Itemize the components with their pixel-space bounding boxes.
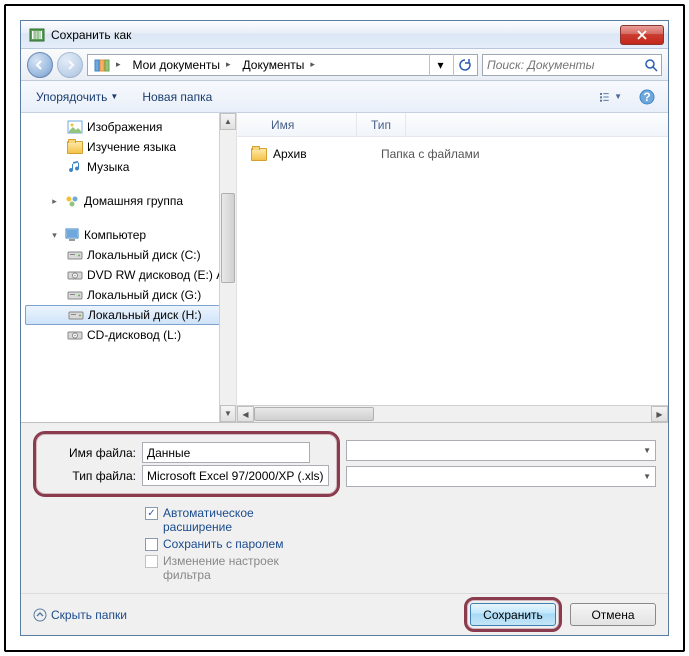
svg-text:?: ? — [643, 90, 650, 104]
toolbar: Упорядочить ▼ Новая папка ▼ ? — [21, 81, 668, 113]
hide-folders-button[interactable]: Скрыть папки — [33, 608, 127, 622]
tree-item[interactable]: Локальный диск (H:) — [25, 305, 232, 325]
titlebar: Сохранить как — [21, 21, 668, 49]
tree-item[interactable]: Музыка — [21, 157, 236, 177]
tree-item[interactable]: ▾Компьютер — [21, 225, 236, 245]
forward-button[interactable] — [57, 52, 83, 78]
filename-label: Имя файла: — [44, 446, 136, 460]
column-type[interactable]: Тип — [357, 113, 406, 136]
filter-checkbox: Изменение настроек фильтра — [145, 554, 656, 582]
breadcrumb-root[interactable]: ▸ — [90, 55, 127, 75]
folder-tree[interactable]: ИзображенияИзучение языкаМузыка ▸Домашняя… — [21, 113, 237, 422]
search-input[interactable] — [487, 58, 644, 72]
form-area: Имя файла: Данные Тип файла: Microsoft E… — [21, 423, 668, 593]
filetype-label: Тип файла: — [44, 469, 136, 483]
filename-input[interactable]: Данные — [142, 442, 310, 463]
dvd-icon — [67, 267, 83, 283]
file-list[interactable]: Архив Папка с файлами — [237, 137, 668, 405]
content-area: ИзображенияИзучение языкаМузыка ▸Домашняя… — [21, 113, 668, 423]
view-button[interactable]: ▼ — [600, 86, 622, 108]
column-headers: Имя Тип — [237, 113, 668, 137]
filetype-select[interactable]: Microsoft Excel 97/2000/XP (.xls) — [142, 465, 329, 486]
music-icon — [67, 159, 83, 175]
tree-item[interactable]: Изучение языка — [21, 137, 236, 157]
close-button[interactable] — [620, 25, 664, 45]
breadcrumb-dropdown[interactable]: ▾ — [429, 54, 451, 76]
file-hscrollbar[interactable]: ◀ ▶ — [237, 405, 668, 422]
save-button-highlight: Сохранить — [464, 597, 562, 632]
breadcrumb[interactable]: ▸ Мои документы▸ Документы▸ ▾ — [87, 54, 478, 76]
homegroup-icon — [64, 193, 80, 209]
auto-extension-checkbox[interactable]: ✓Автоматическое расширение — [145, 506, 656, 534]
breadcrumb-segment-1[interactable]: Документы▸ — [239, 55, 321, 75]
column-name[interactable]: Имя — [237, 113, 357, 136]
filename-highlight: Имя файла: Данные Тип файла: Microsoft E… — [33, 431, 340, 497]
footer: Скрыть папки Сохранить Отмена — [21, 593, 668, 635]
password-checkbox[interactable]: Сохранить с паролем — [145, 537, 656, 551]
filename-dropdown[interactable]: ▼ — [346, 440, 656, 461]
cancel-button[interactable]: Отмена — [570, 603, 656, 626]
picture-icon — [67, 119, 83, 135]
nav-bar: ▸ Мои документы▸ Документы▸ ▾ — [21, 49, 668, 81]
computer-icon — [64, 227, 80, 243]
drive-icon — [67, 247, 83, 263]
sidebar-scrollbar[interactable]: ▲ ▼ — [219, 113, 236, 422]
app-icon — [29, 27, 45, 43]
drive-icon — [68, 307, 84, 323]
search-icon[interactable] — [644, 58, 658, 72]
tree-item[interactable]: Локальный диск (G:) — [21, 285, 236, 305]
tree-item[interactable]: Изображения — [21, 117, 236, 137]
tree-item[interactable]: Локальный диск (C:) — [21, 245, 236, 265]
search-box[interactable] — [482, 54, 662, 76]
organize-button[interactable]: Упорядочить ▼ — [31, 87, 123, 107]
folder-icon — [251, 148, 267, 161]
new-folder-button[interactable]: Новая папка — [137, 87, 217, 107]
back-button[interactable] — [27, 52, 53, 78]
file-pane: Имя Тип Архив Папка с файлами ◀ ▶ — [237, 113, 668, 422]
folder-icon — [67, 139, 83, 155]
window-title: Сохранить как — [51, 28, 620, 42]
breadcrumb-segment-0[interactable]: Мои документы▸ — [129, 55, 237, 75]
tree-item[interactable]: ▸Домашняя группа — [21, 191, 236, 211]
save-button[interactable]: Сохранить — [470, 603, 556, 626]
drive-icon — [67, 287, 83, 303]
tree-item[interactable]: CD-дисковод (L:) — [21, 325, 236, 345]
tree-item[interactable]: DVD RW дисковод (E:) Au — [21, 265, 236, 285]
filetype-dropdown[interactable]: ▼ — [346, 466, 656, 487]
library-icon — [94, 57, 110, 73]
save-as-dialog: Сохранить как ▸ Мои документы▸ Документы… — [20, 20, 669, 636]
refresh-button[interactable] — [453, 54, 475, 76]
dvd-icon — [67, 327, 83, 343]
help-button[interactable]: ? — [636, 86, 658, 108]
file-row[interactable]: Архив Папка с файлами — [237, 143, 668, 165]
